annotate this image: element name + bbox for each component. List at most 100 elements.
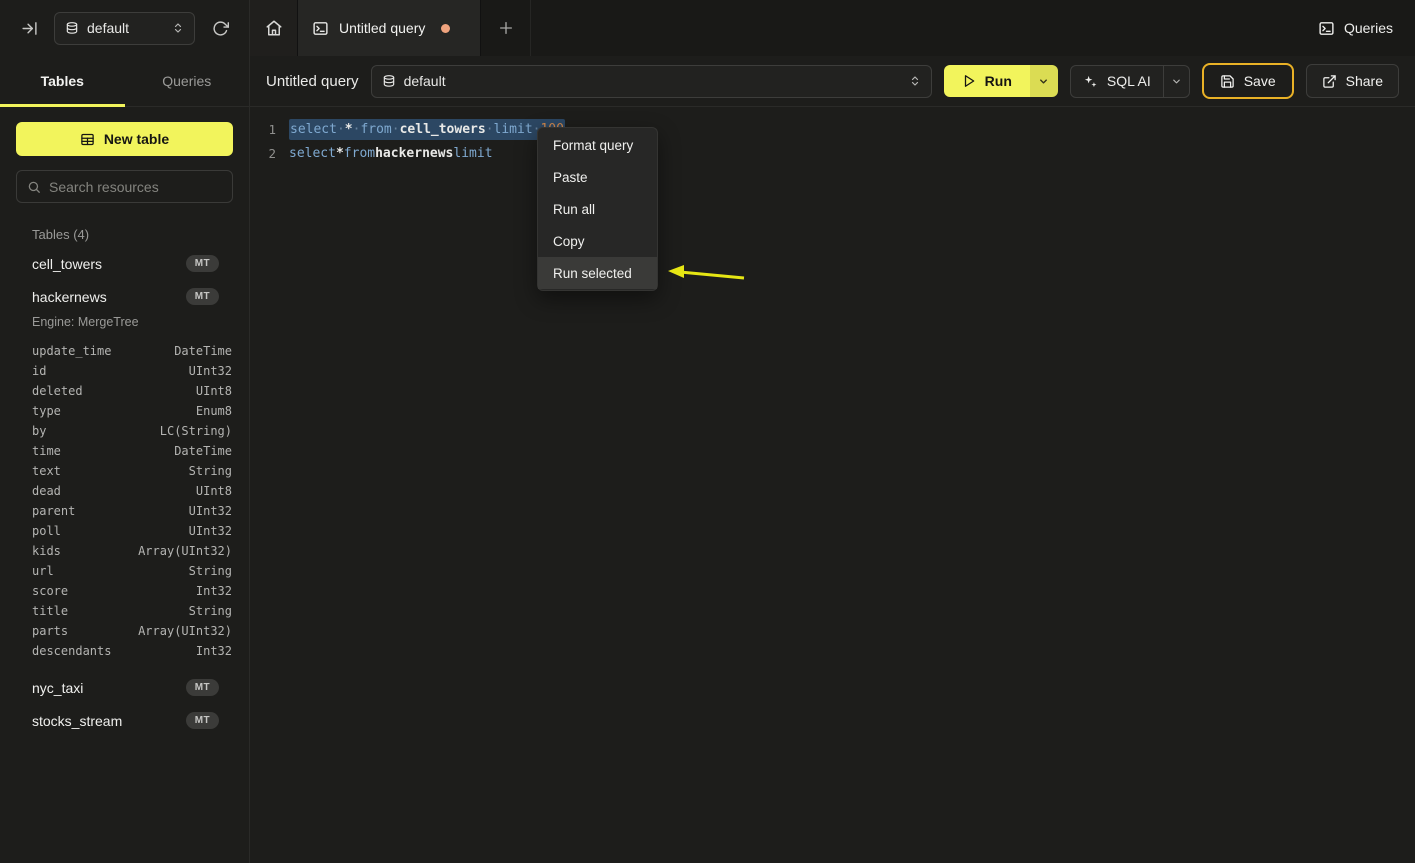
context-menu-item-paste[interactable]: Paste — [538, 161, 657, 193]
editor-header: Untitled query default Run — [250, 56, 1415, 107]
column-row: time DateTime — [32, 441, 232, 461]
column-type: Enum8 — [196, 404, 232, 418]
column-row: idUInt32 — [32, 361, 232, 381]
column-name: dead — [32, 484, 61, 498]
database-icon — [382, 74, 396, 89]
sub-header: Tables Queries Untitled query default — [0, 56, 1415, 107]
home-button[interactable] — [250, 0, 297, 56]
save-button[interactable]: Save — [1202, 63, 1294, 99]
queries-button-label: Queries — [1344, 20, 1393, 36]
column-row: title String — [32, 601, 232, 621]
column-type: DateTime — [174, 444, 232, 458]
context-menu: Format queryPasteRun allCopyRun selected — [537, 127, 658, 291]
column-type: UInt32 — [189, 504, 232, 518]
column-name: deleted — [32, 384, 83, 398]
tables-section-label: Tables (4) — [32, 227, 233, 242]
context-menu-item-run-all[interactable]: Run all — [538, 193, 657, 225]
tab-untitled-query[interactable]: Untitled query — [297, 0, 481, 56]
updown-chevron-icon — [172, 21, 184, 35]
new-table-button[interactable]: New table — [16, 122, 233, 156]
column-name: time — [32, 444, 61, 458]
table-row-stocks-stream[interactable]: stocks_streamMT — [16, 704, 233, 737]
run-button-label: Run — [985, 73, 1012, 89]
table-name: cell_towers — [32, 256, 102, 272]
table-name: hackernews — [32, 289, 107, 305]
column-name: title — [32, 604, 68, 618]
column-row: update_time DateTime — [32, 341, 232, 361]
search-box — [16, 170, 233, 203]
column-row: type Enum8 — [32, 401, 232, 421]
sparkles-icon — [1083, 74, 1098, 89]
code-line-1[interactable]: 1 select·*·from·cell_towers·limit·100 — [250, 117, 1415, 141]
table-row-nyc-taxi[interactable]: nyc_taxi MT — [16, 671, 233, 704]
engine-label: Engine: MergeTree — [16, 313, 233, 337]
search-icon — [27, 180, 41, 194]
column-type: Array(UInt32) — [138, 624, 232, 638]
column-name: score — [32, 584, 68, 598]
queries-icon — [1318, 20, 1335, 37]
sql-ai-options-button[interactable] — [1163, 66, 1189, 97]
database-selector-value: default — [87, 20, 129, 36]
engine-badge: MT — [186, 679, 219, 696]
sql-editor[interactable]: 1 select·*·from·cell_towers·limit·1002sel… — [250, 107, 1415, 863]
collapse-sidebar-icon[interactable] — [14, 13, 44, 43]
column-type: String — [189, 604, 232, 618]
column-type: UInt8 — [196, 384, 232, 398]
table-name: nyc_taxi — [32, 680, 83, 696]
toolbar-database-selector[interactable]: default — [371, 65, 932, 98]
home-icon — [265, 19, 283, 37]
column-type: DateTime — [174, 344, 232, 358]
column-type: UInt32 — [189, 364, 232, 378]
run-options-button[interactable] — [1030, 65, 1058, 97]
column-name: descendants — [32, 644, 111, 658]
sql-ai-button[interactable]: SQL AI — [1071, 73, 1163, 89]
column-type: String — [189, 564, 232, 578]
column-name: kids — [32, 544, 61, 558]
column-row: url String — [32, 561, 232, 581]
run-button[interactable]: Run — [944, 65, 1030, 97]
line-number: 2 — [250, 146, 276, 161]
column-type: Int32 — [196, 644, 232, 658]
table-row-hackernews[interactable]: hackernewsMT — [16, 280, 233, 313]
queries-button[interactable]: Queries — [1296, 0, 1415, 56]
new-tab-button[interactable] — [481, 0, 531, 56]
columns-list: update_time DateTime idUInt32 deleted UInt8 t… — [16, 337, 233, 671]
column-row: pollUInt32 — [32, 521, 232, 541]
column-name: update_time — [32, 344, 111, 358]
column-name: type — [32, 404, 61, 418]
selected-text: select·*·from·cell_towers·limit·100 — [289, 119, 565, 140]
column-name: parts — [32, 624, 68, 638]
app-window: default Untitled query — [0, 0, 1415, 863]
column-row: byLC(String) — [32, 421, 232, 441]
column-name: text — [32, 464, 61, 478]
column-type: Array(UInt32) — [138, 544, 232, 558]
table-row-cell-towers[interactable]: cell_towers MT — [16, 247, 233, 280]
column-name: url — [32, 564, 54, 578]
refresh-icon[interactable] — [205, 13, 235, 43]
database-selector[interactable]: default — [54, 12, 195, 45]
query-title: Untitled query — [266, 73, 359, 90]
context-menu-item-run-selected[interactable]: Run selected — [538, 257, 657, 289]
unsaved-dot — [441, 24, 450, 33]
column-row: parts Array(UInt32) — [32, 621, 232, 641]
play-icon — [962, 74, 976, 88]
search-input[interactable] — [49, 179, 222, 195]
column-row: scoreInt32 — [32, 581, 232, 601]
column-type: UInt8 — [196, 484, 232, 498]
column-type: String — [189, 464, 232, 478]
sidebar-tab-tables[interactable]: Tables — [0, 56, 125, 106]
sidebar-tab-queries[interactable]: Queries — [125, 56, 250, 106]
tab-bar: Untitled query Queries — [250, 0, 1415, 56]
updown-chevron-icon — [909, 74, 921, 88]
sidebar-tabs: Tables Queries — [0, 56, 250, 107]
column-row: text String — [32, 461, 232, 481]
top-bar-left: default — [0, 0, 250, 56]
context-menu-item-copy[interactable]: Copy — [538, 225, 657, 257]
context-menu-item-format-query[interactable]: Format query — [538, 129, 657, 161]
share-button[interactable]: Share — [1306, 64, 1399, 98]
engine-badge: MT — [186, 255, 219, 272]
code-line-2[interactable]: 2select * from hackernews limit — [250, 141, 1415, 165]
column-row: dead UInt8 — [32, 481, 232, 501]
line-number: 1 — [250, 122, 276, 137]
column-type: LC(String) — [160, 424, 232, 438]
